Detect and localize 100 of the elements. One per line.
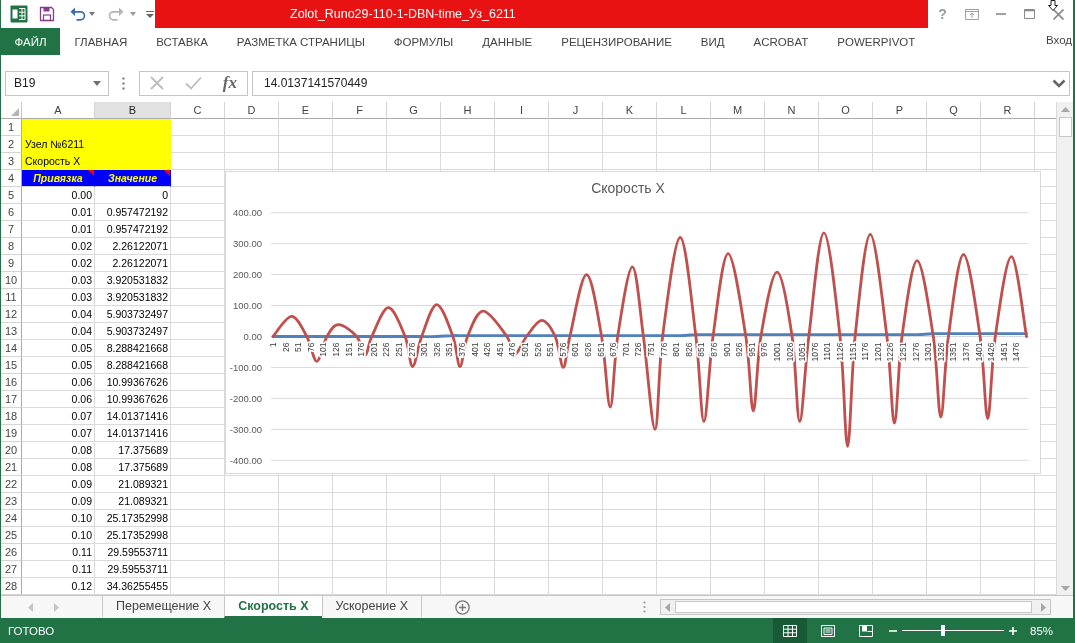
axis-label: 1426: [986, 342, 997, 362]
axis-label: 100.00: [232, 299, 262, 311]
name-box[interactable]: B19: [5, 70, 109, 96]
column-header[interactable]: D: [225, 102, 279, 119]
column-header[interactable]: R: [981, 102, 1035, 119]
left-arrow-icon[interactable]: [665, 602, 670, 612]
column-header[interactable]: O: [819, 102, 873, 119]
redo-icon[interactable]: [108, 7, 124, 21]
sheet-tab[interactable]: Скорость X: [224, 596, 322, 618]
row-header[interactable]: 26: [1, 544, 22, 561]
select-all-button[interactable]: [1, 102, 22, 119]
vertical-dots-icon[interactable]: [642, 601, 646, 613]
row-header[interactable]: 7: [1, 221, 22, 238]
row-header[interactable]: 27: [1, 561, 22, 578]
axis-label: 200.00: [232, 268, 262, 280]
caret-icon[interactable]: [93, 80, 101, 86]
row-header[interactable]: 19: [1, 425, 22, 442]
insert-function-button[interactable]: fx: [222, 74, 237, 92]
row-header[interactable]: 4: [1, 170, 22, 187]
column-header[interactable]: E: [279, 102, 333, 119]
left-arrow-icon[interactable]: [28, 602, 33, 612]
caret-icon[interactable]: [130, 12, 136, 16]
up-arrow-icon[interactable]: [1060, 107, 1070, 112]
ribbon-tab[interactable]: ДАННЫЕ: [467, 28, 547, 55]
undo-icon[interactable]: [70, 7, 86, 21]
column-header[interactable]: B: [95, 102, 171, 119]
close-icon[interactable]: [1053, 8, 1064, 20]
column-header[interactable]: G: [387, 102, 441, 119]
vertical-scrollbar[interactable]: [1056, 102, 1073, 595]
ribbon-tab[interactable]: ВСТАВКА: [141, 28, 223, 55]
file-tab[interactable]: ФАЙЛ: [1, 28, 60, 55]
down-arrow-icon[interactable]: [1060, 586, 1070, 591]
row-header[interactable]: 9: [1, 255, 22, 272]
heading-text: Значение: [107, 171, 158, 186]
column-header[interactable]: Q: [927, 102, 981, 119]
scrollbar-thumb[interactable]: [675, 601, 1032, 613]
row-header[interactable]: 15: [1, 357, 22, 374]
vertical-dots-icon[interactable]: [122, 76, 125, 90]
column-header[interactable]: K: [603, 102, 657, 119]
horizontal-scrollbar[interactable]: [660, 599, 1051, 615]
row-header[interactable]: 11: [1, 289, 22, 306]
column-header[interactable]: N: [765, 102, 819, 119]
row-header[interactable]: 22: [1, 476, 22, 493]
plus-icon[interactable]: [1009, 626, 1017, 635]
column-header[interactable]: F: [333, 102, 387, 119]
row-header[interactable]: 6: [1, 204, 22, 221]
column-header[interactable]: C: [171, 102, 225, 119]
row-header[interactable]: 14: [1, 340, 22, 357]
row-header[interactable]: 12: [1, 306, 22, 323]
formula-field[interactable]: 14.0137141570449: [252, 70, 1070, 96]
view-button[interactable]: [773, 618, 807, 643]
column-header[interactable]: A: [22, 102, 95, 119]
row-header[interactable]: 24: [1, 510, 22, 527]
row-header[interactable]: 25: [1, 527, 22, 544]
ribbon-tab[interactable]: РАЗМЕТКА СТРАНИЦЫ: [222, 28, 380, 55]
row-header[interactable]: 3: [1, 153, 22, 170]
row-header[interactable]: 23: [1, 493, 22, 510]
column-header[interactable]: J: [549, 102, 603, 119]
column-header[interactable]: L: [657, 102, 711, 119]
ribbon-tab[interactable]: РЕЦЕНЗИРОВАНИЕ: [546, 28, 687, 55]
column-header[interactable]: P: [873, 102, 927, 119]
save-icon[interactable]: [39, 6, 55, 22]
scrollbar-thumb[interactable]: [1058, 117, 1072, 137]
sign-in-link[interactable]: Вход: [1046, 28, 1073, 55]
chevron-icon[interactable]: [1052, 78, 1066, 88]
column-header[interactable]: I: [495, 102, 549, 119]
row-header[interactable]: 16: [1, 374, 22, 391]
maximize-icon[interactable]: [1024, 9, 1035, 19]
column-header[interactable]: H: [441, 102, 495, 119]
axis-label: 526: [532, 342, 543, 357]
caret-icon[interactable]: [89, 12, 95, 16]
row-header[interactable]: 8: [1, 238, 22, 255]
row-header[interactable]: 13: [1, 323, 22, 340]
row-header[interactable]: 2: [1, 136, 22, 153]
ribbon-tab[interactable]: ВИД: [686, 28, 740, 55]
right-arrow-icon[interactable]: [54, 602, 59, 612]
row-header[interactable]: 17: [1, 391, 22, 408]
zoom-level[interactable]: 85%: [1020, 624, 1073, 637]
right-arrow-icon[interactable]: [1041, 602, 1046, 612]
ribbon-tab[interactable]: ФОРМУЛЫ: [379, 28, 468, 55]
minus-icon[interactable]: [889, 629, 897, 632]
row-header[interactable]: 28: [1, 578, 22, 595]
row-header[interactable]: 10: [1, 272, 22, 289]
slider-thumb[interactable]: [940, 625, 945, 636]
ribbon-display-icon[interactable]: [964, 8, 979, 20]
row-header[interactable]: 5: [1, 187, 22, 204]
dropdown-icon[interactable]: [146, 10, 154, 18]
ribbon-tab[interactable]: POWERPIVOT: [822, 28, 930, 55]
ribbon-tab[interactable]: ГЛАВНАЯ: [60, 28, 142, 55]
row-header[interactable]: 1: [1, 119, 22, 136]
ribbon-tab[interactable]: ACROBAT: [739, 28, 823, 55]
row-header[interactable]: 21: [1, 459, 22, 476]
cancel-icon[interactable]: [150, 76, 164, 90]
check-icon[interactable]: [184, 76, 202, 90]
minimize-icon[interactable]: [995, 13, 1006, 15]
column-header[interactable]: M: [711, 102, 765, 119]
plus-circle-icon[interactable]: [455, 599, 471, 615]
row-header[interactable]: 18: [1, 408, 22, 425]
zoom-slider[interactable]: [902, 625, 1004, 636]
row-header[interactable]: 20: [1, 442, 22, 459]
